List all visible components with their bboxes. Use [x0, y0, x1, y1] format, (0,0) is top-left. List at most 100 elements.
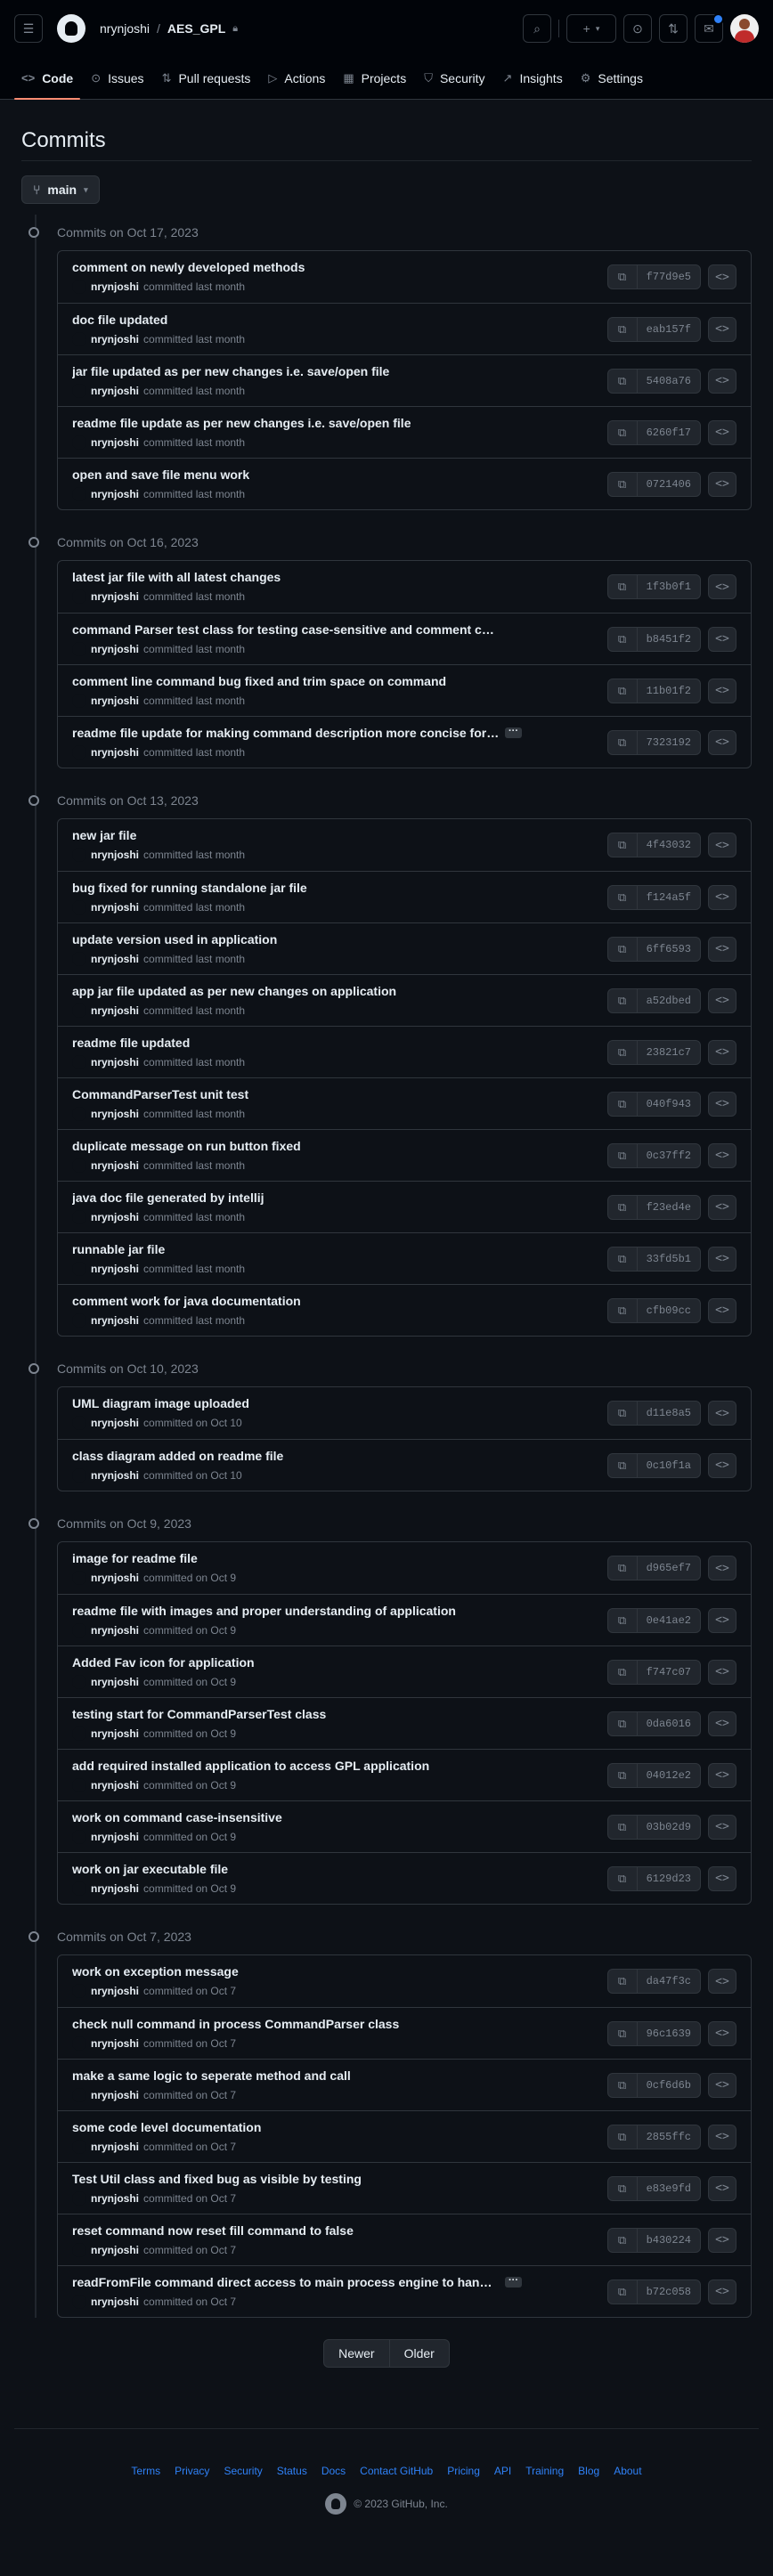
browse-repo-button[interactable]: <> — [708, 2175, 736, 2201]
commit-sha-link[interactable]: e83e9fd — [638, 2177, 700, 2200]
tab-projects[interactable]: ▦ Projects — [336, 57, 413, 99]
commit-message-link[interactable]: reset command now reset fill command to … — [72, 2223, 354, 2238]
commit-message-link[interactable]: make a same logic to seperate method and… — [72, 2068, 351, 2083]
commit-author[interactable]: nrynjoshi — [91, 2141, 139, 2153]
menu-button[interactable]: ☰ — [14, 14, 43, 43]
copy-sha-button[interactable]: ⧉ — [608, 1608, 638, 1632]
browse-repo-button[interactable]: <> — [708, 1452, 736, 1478]
commit-sha-link[interactable]: d965ef7 — [638, 1556, 700, 1580]
commit-message-link[interactable]: jar file updated as per new changes i.e.… — [72, 364, 389, 378]
copy-sha-button[interactable]: ⧉ — [608, 627, 638, 651]
copy-sha-button[interactable]: ⧉ — [608, 1556, 638, 1580]
repo-name-link[interactable]: AES_GPL — [167, 21, 225, 36]
commit-author[interactable]: nrynjoshi — [91, 695, 139, 707]
commit-message-link[interactable]: check null command in process CommandPar… — [72, 2017, 399, 2031]
commit-message-link[interactable]: comment on newly developed methods — [72, 260, 305, 274]
commit-sha-link[interactable]: b72c058 — [638, 2280, 700, 2304]
browse-repo-button[interactable]: <> — [708, 1762, 736, 1788]
footer-link[interactable]: Security — [224, 2465, 262, 2477]
author-avatar[interactable] — [72, 1881, 86, 1896]
author-avatar[interactable] — [72, 848, 86, 862]
author-avatar[interactable] — [72, 1726, 86, 1741]
older-button[interactable]: Older — [389, 2339, 450, 2368]
commit-sha-link[interactable]: 23821c7 — [638, 1041, 700, 1064]
commit-sha-link[interactable]: 5408a76 — [638, 370, 700, 393]
author-avatar[interactable] — [72, 2190, 86, 2206]
browse-repo-button[interactable]: <> — [708, 626, 736, 652]
commit-sha-link[interactable]: 6260f17 — [638, 421, 700, 444]
browse-repo-button[interactable]: <> — [708, 1194, 736, 1220]
commit-author[interactable]: nrynjoshi — [91, 2089, 139, 2101]
browse-repo-button[interactable]: <> — [708, 1659, 736, 1685]
footer-link[interactable]: Pricing — [447, 2465, 480, 2477]
commit-author[interactable]: nrynjoshi — [91, 1779, 139, 1792]
copy-sha-button[interactable]: ⧉ — [608, 1143, 638, 1167]
github-logo-icon[interactable] — [57, 14, 85, 43]
author-avatar[interactable] — [72, 1261, 86, 1276]
commit-message-link[interactable]: UML diagram image uploaded — [72, 1396, 249, 1410]
create-new-button[interactable]: + ▾ — [566, 14, 616, 43]
commit-author[interactable]: nrynjoshi — [91, 1004, 139, 1017]
author-avatar[interactable] — [72, 641, 86, 656]
author-avatar[interactable] — [72, 1054, 86, 1069]
issues-button[interactable]: ⊙ — [623, 14, 652, 43]
commit-message-link[interactable]: work on exception message — [72, 1964, 239, 1979]
pull-requests-button[interactable]: ⇅ — [659, 14, 688, 43]
commit-message-link[interactable]: work on jar executable file — [72, 1862, 228, 1876]
copy-sha-button[interactable]: ⧉ — [608, 369, 638, 393]
commit-sha-link[interactable]: a52dbed — [638, 989, 700, 1012]
author-avatar[interactable] — [72, 1416, 86, 1430]
browse-repo-button[interactable]: <> — [708, 1865, 736, 1891]
commit-sha-link[interactable]: f77d9e5 — [638, 265, 700, 288]
commit-message-link[interactable]: comment work for java documentation — [72, 1294, 301, 1308]
commit-author[interactable]: nrynjoshi — [91, 1159, 139, 1172]
author-avatar[interactable] — [72, 1312, 86, 1328]
browse-repo-button[interactable]: <> — [708, 1091, 736, 1117]
browse-repo-button[interactable]: <> — [708, 987, 736, 1013]
copy-sha-button[interactable]: ⧉ — [608, 472, 638, 496]
commit-author[interactable]: nrynjoshi — [91, 333, 139, 345]
copy-sha-button[interactable]: ⧉ — [608, 1815, 638, 1839]
commit-message-link[interactable]: work on command case-insensitive — [72, 1810, 282, 1824]
commit-sha-link[interactable]: b430224 — [638, 2229, 700, 2252]
commit-author[interactable]: nrynjoshi — [91, 2037, 139, 2050]
copy-sha-button[interactable]: ⧉ — [608, 2279, 638, 2304]
copy-sha-button[interactable]: ⧉ — [608, 988, 638, 1012]
commit-sha-link[interactable]: da47f3c — [638, 1970, 700, 1993]
commit-author[interactable]: nrynjoshi — [91, 1676, 139, 1688]
browse-repo-button[interactable]: <> — [708, 1039, 736, 1065]
commit-author[interactable]: nrynjoshi — [91, 2244, 139, 2256]
browse-repo-button[interactable]: <> — [708, 2227, 736, 2253]
copy-sha-button[interactable]: ⧉ — [608, 937, 638, 961]
commit-message-link[interactable]: doc file updated — [72, 313, 167, 327]
browse-repo-button[interactable]: <> — [708, 729, 736, 755]
footer-link[interactable]: Terms — [131, 2465, 160, 2477]
copy-sha-button[interactable]: ⧉ — [608, 679, 638, 703]
commit-message-link[interactable]: image for readme file — [72, 1551, 198, 1565]
commit-author[interactable]: nrynjoshi — [91, 1108, 139, 1120]
author-avatar[interactable] — [72, 435, 86, 450]
commit-message-link[interactable]: add required installed application to ac… — [72, 1759, 429, 1773]
author-avatar[interactable] — [72, 2139, 86, 2154]
browse-repo-button[interactable]: <> — [708, 264, 736, 289]
commit-sha-link[interactable]: 0e41ae2 — [638, 1609, 700, 1632]
copy-sha-button[interactable]: ⧉ — [608, 2021, 638, 2045]
browse-repo-button[interactable]: <> — [708, 2072, 736, 2098]
commit-author[interactable]: nrynjoshi — [91, 385, 139, 397]
author-avatar[interactable] — [72, 1209, 86, 1224]
copy-sha-button[interactable]: ⧉ — [608, 1763, 638, 1787]
commit-author[interactable]: nrynjoshi — [91, 901, 139, 914]
commit-message-link[interactable]: command Parser test class for testing ca… — [72, 622, 500, 637]
commit-message-link[interactable]: readFromFile command direct access to ma… — [72, 2275, 500, 2289]
expand-message-button[interactable]: ··· — [505, 2275, 522, 2288]
commit-message-link[interactable]: some code level documentation — [72, 2120, 261, 2134]
commit-message-link[interactable]: Added Fav icon for application — [72, 1655, 255, 1670]
commit-author[interactable]: nrynjoshi — [91, 280, 139, 293]
tab-pull-requests[interactable]: ⇅ Pull requests — [155, 57, 258, 99]
browse-repo-button[interactable]: <> — [708, 368, 736, 394]
author-avatar[interactable] — [72, 486, 86, 501]
browse-repo-button[interactable]: <> — [708, 2020, 736, 2046]
browse-repo-button[interactable]: <> — [708, 1297, 736, 1323]
commit-author[interactable]: nrynjoshi — [91, 1985, 139, 1997]
commit-sha-link[interactable]: 040f943 — [638, 1093, 700, 1116]
